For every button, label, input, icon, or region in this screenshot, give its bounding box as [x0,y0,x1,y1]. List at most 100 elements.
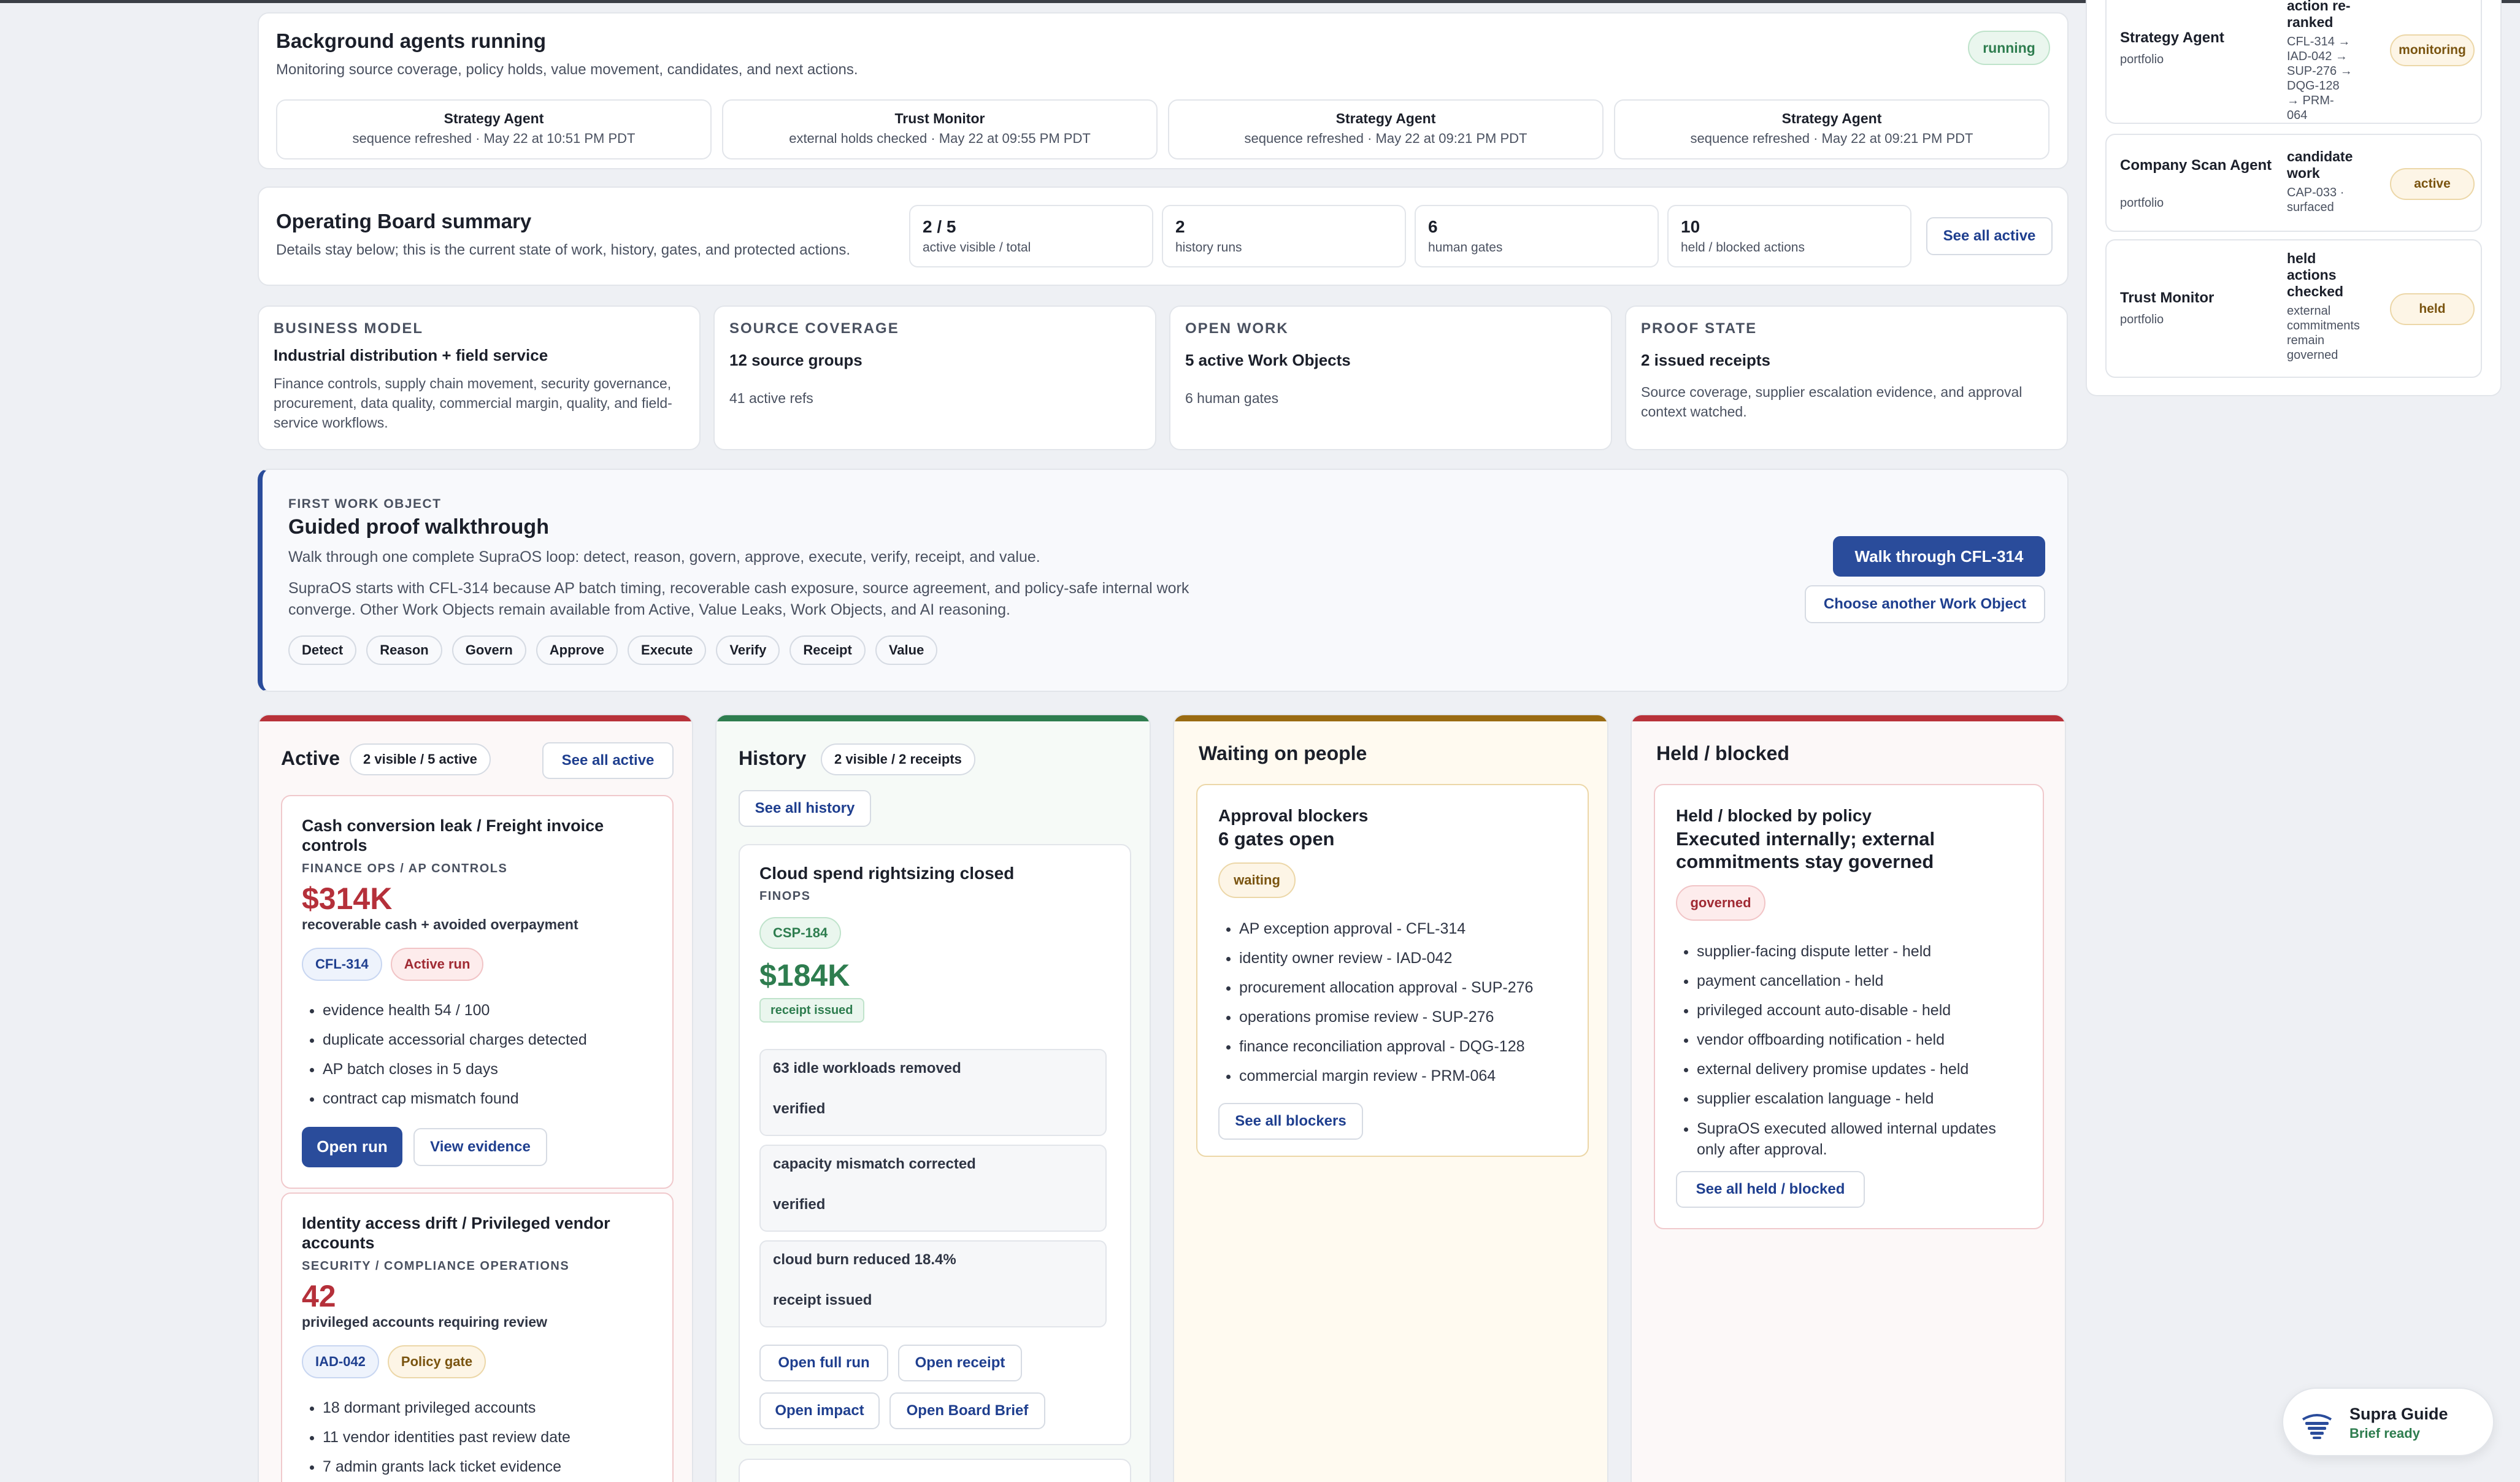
history-run-card[interactable] [739,1459,1131,1482]
verification-row: 63 idle workloads removed verified [759,1049,1107,1136]
blocker-item: AP exception approval - CFL-314 [1239,914,1567,943]
history-run-value: $184K [759,958,850,992]
verification-row: cloud burn reduced 18.4% receipt issued [759,1240,1107,1327]
right-agent-name: Strategy Agent [2120,29,2224,46]
see-all-held-button[interactable]: See all held / blocked [1676,1171,1865,1208]
right-agent-sub: portfolio [2120,53,2164,66]
step-value: Value [875,635,938,665]
agent-name: Strategy Agent [1781,110,1882,126]
right-agent-card: Strategy Agent portfolio action re-ranke… [2105,0,2482,124]
work-object-value-label: privileged accounts requiring review [302,1313,548,1330]
governed-badge: governed [1676,885,1765,921]
history-see-all-button[interactable]: See all history [739,790,871,827]
agent-name: Trust Monitor [894,110,985,126]
stat-label: active visible / total [923,240,1031,255]
step-detect: Detect [288,635,357,665]
approval-blockers-card: Approval blockers 6 gates open waiting A… [1196,784,1589,1157]
history-run-title: Cloud spend rightsizing closed [759,864,1015,883]
work-object-id-badge: CFL-314 [302,947,382,981]
verification-text: 63 idle workloads removed [773,1060,961,1077]
guided-walkthrough-card: FIRST WORK OBJECT Guided proof walkthrou… [258,469,2069,692]
held-item: payment cancellation - held [1697,966,2022,996]
history-run-card[interactable]: Cloud spend rightsizing closed FINOPS CS… [739,844,1131,1445]
verification-row: capacity mismatch corrected verified [759,1145,1107,1232]
receipt-issued-badge: receipt issued [759,998,864,1023]
work-object-dept: SECURITY / COMPLIANCE OPERATIONS [302,1259,570,1273]
work-object-value: $314K [302,881,393,916]
metric-desc: 41 active refs [729,390,813,406]
agent-status: external holds checked · May 22 at 09:55… [789,131,1091,146]
choose-work-object-button[interactable]: Choose another Work Object [1805,585,2045,623]
metric-label: SOURCE COVERAGE [729,320,899,337]
active-badge: active [2390,168,2475,200]
right-agent-detail: candidate work CAP-033 · surfaced [2287,148,2385,215]
agents-subtitle: Monitoring source coverage, policy holds… [276,61,858,78]
monitoring-badge: monitoring [2390,34,2475,66]
right-agent-card: Company Scan Agent portfolio candidate w… [2105,134,2482,232]
stat-active-visible: 2 / 5 active visible / total [909,205,1153,267]
step-execute: Execute [628,635,707,665]
stat-value: 2 [1175,217,1185,236]
work-object-actions: Open run View evidence [302,1126,653,1167]
step-verify: Verify [716,635,780,665]
supra-guide-widget[interactable]: Supra Guide Brief ready [2282,1388,2494,1456]
blockers-title: Approval blockers [1218,806,1369,825]
verification-text: cloud burn reduced 18.4% [773,1251,956,1268]
bullet-item: 18 dormant privileged accounts [323,1393,653,1422]
open-full-run-button[interactable]: Open full run [759,1345,888,1381]
open-board-brief-button[interactable]: Open Board Brief [889,1392,1045,1429]
work-object-card[interactable]: Cash conversion leak / Freight invoice c… [281,795,674,1189]
metric-desc: 6 human gates [1185,390,1279,406]
work-object-card[interactable]: Identity access drift / Privileged vendo… [281,1192,674,1482]
right-agent-head: action re-ranked [2287,0,2351,31]
work-object-bullets: 18 dormant privileged accounts 11 vendor… [302,1393,653,1481]
walk-through-button[interactable]: Walk through CFL-314 [1833,536,2045,577]
held-color-bar [1632,715,2065,721]
history-run-dept: FINOPS [759,889,811,903]
agent-status: sequence refreshed · May 22 at 09:21 PM … [1690,131,1973,146]
see-all-active-button[interactable]: See all active [1926,217,2053,255]
walkthrough-steps: Detect Reason Govern Approve Execute Ver… [288,635,947,665]
stat-value: 2 / 5 [923,217,956,236]
blocker-item: operations promise review - SUP-276 [1239,1002,1567,1032]
bullet-item: contract cap mismatch found [323,1084,653,1113]
see-all-blockers-button[interactable]: See all blockers [1218,1103,1363,1140]
supra-guide-icon [2299,1406,2335,1442]
right-agent-detail: held actions checked external commitment… [2287,250,2385,363]
open-run-button[interactable]: Open run [302,1126,402,1167]
metric-title: 12 source groups [729,351,862,369]
active-see-all-button[interactable]: See all active [542,742,674,779]
blocker-item: procurement allocation approval - SUP-27… [1239,973,1567,1002]
supra-guide-title: Supra Guide [2349,1405,2448,1423]
view-evidence-button[interactable]: View evidence [413,1127,547,1166]
blockers-subtitle: 6 gates open [1218,828,1335,850]
stat-value: 10 [1681,217,1700,236]
operating-board-summary: Operating Board summary Details stay bel… [258,186,2069,286]
verification-status: receipt issued [773,1292,872,1308]
agent-status-box: Strategy Agent sequence refreshed · May … [276,99,712,159]
running-status-badge: running [1968,31,2050,65]
open-impact-button[interactable]: Open impact [759,1392,880,1429]
active-title: Active [281,747,340,769]
open-receipt-button[interactable]: Open receipt [898,1345,1022,1381]
verification-status: verified [773,1100,826,1117]
metric-title: Industrial distribution + field service [274,346,548,364]
step-receipt: Receipt [789,635,866,665]
step-approve: Approve [536,635,618,665]
open-work-card: OPEN WORK 5 active Work Objects 6 human … [1169,305,1612,450]
held-item: supplier escalation language - held [1697,1084,2022,1113]
right-agent-name: Trust Monitor [2120,290,2215,306]
source-coverage-card: SOURCE COVERAGE 12 source groups 41 acti… [713,305,1156,450]
bullet-item: 7 admin grants lack ticket evidence [323,1452,653,1481]
stat-value: 6 [1428,217,1438,236]
supra-guide-status: Brief ready [2349,1426,2420,1441]
metric-label: BUSINESS MODEL [274,320,424,337]
held-item: supplier-facing dispute letter - held [1697,937,2022,966]
held-card-title: Held / blocked by policy [1676,806,1872,825]
blocker-item: finance reconciliation approval - DQG-12… [1239,1032,1567,1061]
active-color-bar [259,715,692,721]
held-policy-card: Held / blocked by policy Executed intern… [1654,784,2044,1229]
blockers-list: AP exception approval - CFL-314 identity… [1218,914,1567,1091]
work-object-title: Identity access drift / Privileged vendo… [302,1214,610,1253]
active-run-badge: Active run [390,947,484,981]
